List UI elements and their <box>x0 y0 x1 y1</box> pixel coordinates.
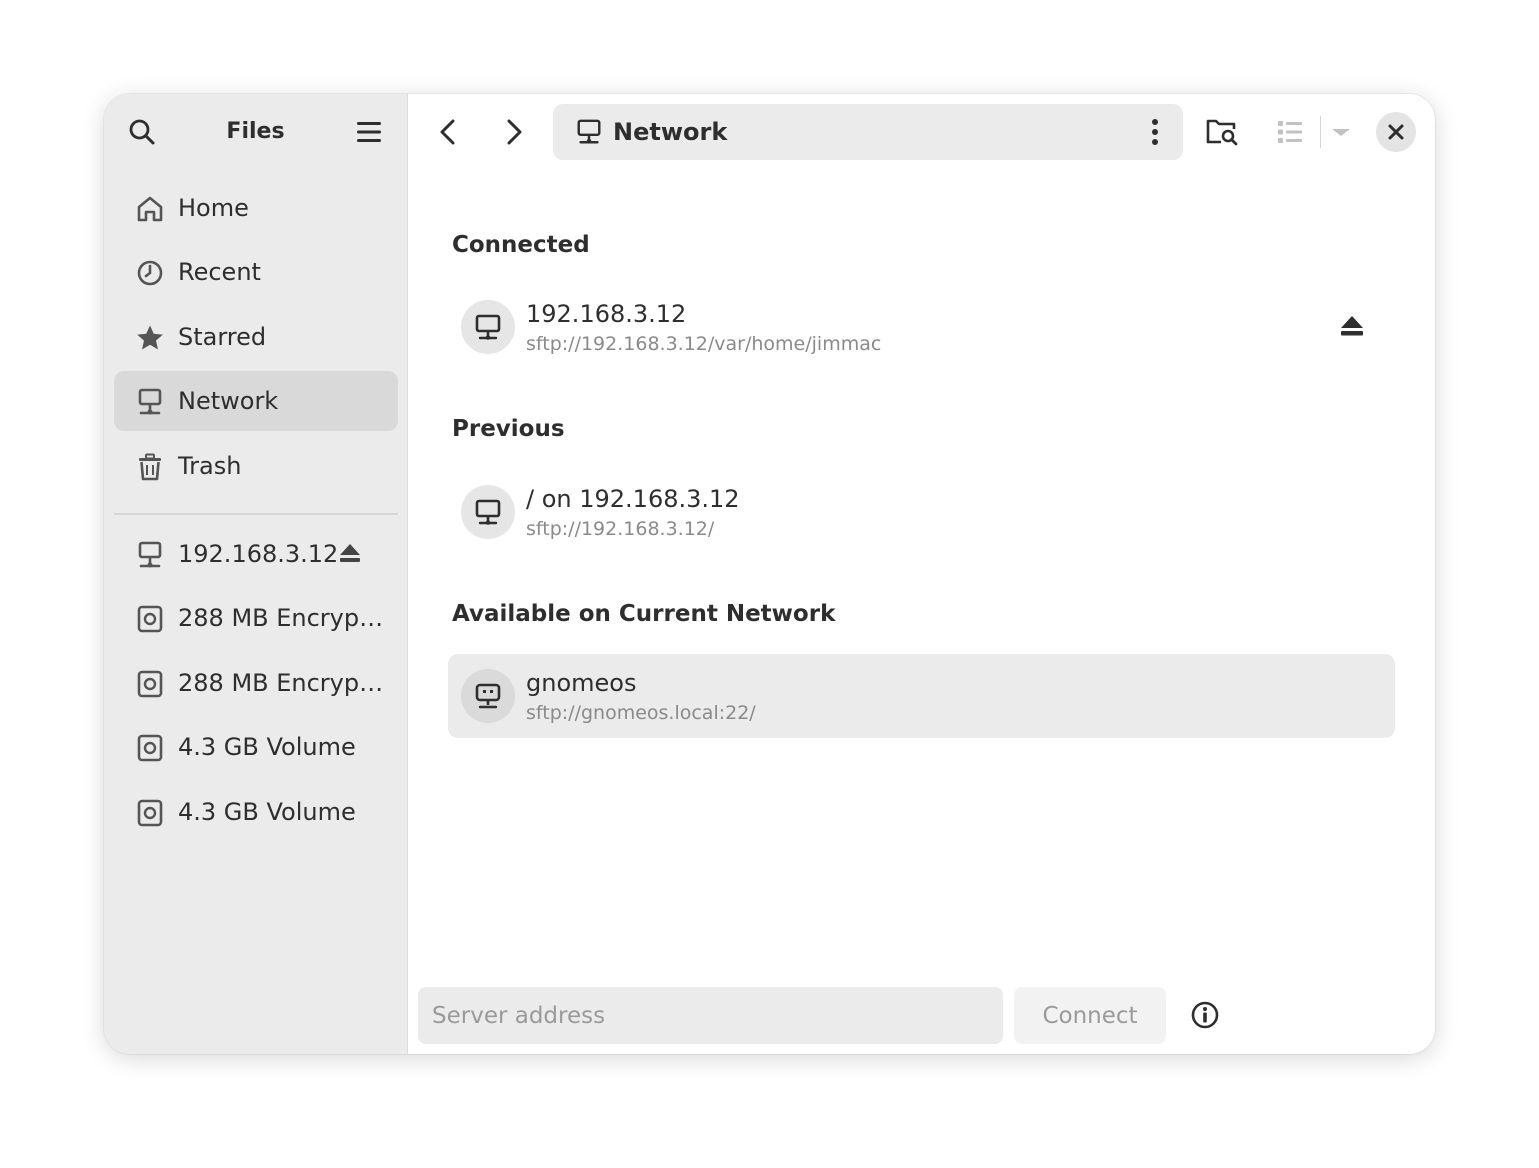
sidebar-item-trash[interactable]: Trash <box>114 436 398 496</box>
sidebar-item-label: 288 MB Encryp… <box>178 668 384 697</box>
list-view-icon[interactable] <box>1272 114 1308 150</box>
sidebar: Files Home Recent Starred Network Trash … <box>104 94 408 1054</box>
location-label: Network <box>613 118 728 146</box>
sidebar-item-label: Home <box>178 194 249 222</box>
server-title: gnomeos <box>526 669 637 697</box>
view-separator <box>1320 116 1321 148</box>
previous-server-row[interactable]: / on 192.168.3.12 sftp://192.168.3.12/ <box>448 470 1395 554</box>
computer-icon <box>475 683 501 709</box>
available-server-row[interactable]: gnomeos sftp://gnomeos.local:22/ <box>448 654 1395 738</box>
section-available: Available on Current Network <box>452 601 836 627</box>
sidebar-item-drive[interactable]: 288 MB Encryp… <box>114 588 398 648</box>
network-icon <box>138 388 162 415</box>
hamburger-menu-icon[interactable] <box>353 116 385 148</box>
sidebar-item-label: Recent <box>178 258 261 287</box>
forward-icon[interactable] <box>496 116 532 148</box>
clock-icon <box>137 261 163 286</box>
server-address-input[interactable] <box>418 987 1003 1044</box>
sidebar-item-label: Trash <box>178 451 242 480</box>
search-folder-icon[interactable] <box>1204 114 1240 150</box>
sidebar-header: Files <box>104 94 407 170</box>
chevron-down-icon[interactable] <box>1323 114 1359 150</box>
sidebar-item-label: 192.168.3.12 <box>178 540 339 568</box>
network-icon <box>577 119 601 144</box>
sidebar-item-recent[interactable]: Recent <box>114 242 398 302</box>
server-title: 192.168.3.12 <box>526 300 687 328</box>
sidebar-item-label: Starred <box>178 322 267 351</box>
section-connected: Connected <box>452 232 590 258</box>
network-server-icon <box>475 314 501 340</box>
connected-server-row[interactable]: 192.168.3.12 sftp://192.168.3.12/var/hom… <box>448 285 1395 369</box>
sidebar-places: Home Recent Starred Network Trash <box>114 178 398 500</box>
server-title: / on 192.168.3.12 <box>526 485 740 513</box>
server-uri: sftp://192.168.3.12/var/home/jimmac <box>526 333 882 355</box>
main-pane: Network Connected 192.168.3.12 sftp://19… <box>408 94 1435 1054</box>
server-badge <box>461 669 515 723</box>
drive-icon <box>137 799 163 826</box>
sidebar-divider <box>114 513 398 515</box>
sidebar-item-home[interactable]: Home <box>114 178 398 238</box>
sidebar-item-drive[interactable]: 288 MB Encryp… <box>114 653 398 713</box>
drive-icon <box>137 606 163 633</box>
eject-icon[interactable] <box>336 540 364 568</box>
drive-icon <box>137 734 163 762</box>
server-uri: sftp://gnomeos.local:22/ <box>526 702 756 724</box>
info-icon[interactable] <box>1190 1000 1220 1030</box>
sidebar-item-network[interactable]: Network <box>114 371 398 432</box>
files-window: Files Home Recent Starred Network Trash … <box>104 94 1435 1054</box>
section-previous: Previous <box>452 416 565 442</box>
sidebar-item-drive[interactable]: 4.3 GB Volume <box>114 782 398 842</box>
more-options-icon[interactable] <box>1143 116 1167 148</box>
sidebar-item-label: 4.3 GB Volume <box>178 733 356 762</box>
location-bar[interactable]: Network <box>553 104 1183 160</box>
sidebar-item-server[interactable]: 192.168.3.12 <box>114 524 398 584</box>
network-server-icon <box>475 499 501 525</box>
server-badge <box>461 300 515 354</box>
network-server-icon <box>138 541 162 568</box>
close-icon <box>1388 124 1404 140</box>
eject-icon[interactable] <box>1338 313 1366 341</box>
trash-icon <box>139 453 161 480</box>
sidebar-item-drive[interactable]: 4.3 GB Volume <box>114 717 398 777</box>
sidebar-item-label: 288 MB Encryp… <box>178 604 384 633</box>
server-uri: sftp://192.168.3.12/ <box>526 518 715 540</box>
sidebar-item-label: Network <box>178 387 279 416</box>
back-icon[interactable] <box>430 116 466 148</box>
star-icon <box>137 325 163 350</box>
close-button[interactable] <box>1376 112 1416 152</box>
sidebar-item-starred[interactable]: Starred <box>114 307 398 367</box>
connect-button[interactable]: Connect <box>1014 987 1166 1044</box>
sidebar-item-label: 4.3 GB Volume <box>178 797 356 826</box>
sidebar-devices: 192.168.3.12 288 MB Encryp… 288 MB Encry… <box>114 524 398 846</box>
home-icon <box>137 196 163 222</box>
server-badge <box>461 485 515 539</box>
drive-icon <box>137 670 163 698</box>
